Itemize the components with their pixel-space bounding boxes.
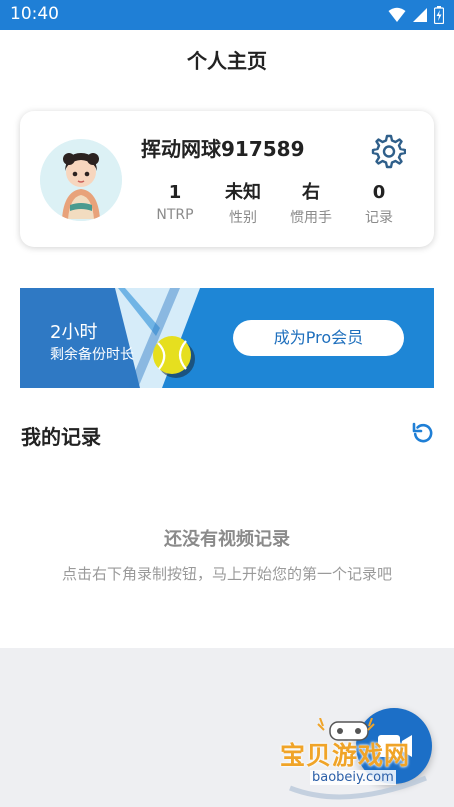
stat-value: 右 — [302, 182, 320, 203]
become-pro-button[interactable]: 成为Pro会员 — [233, 320, 404, 356]
status-bar: 10:40 — [0, 0, 454, 30]
stat-label: 记录 — [365, 210, 393, 226]
watermark-text: 宝贝游戏网 — [280, 741, 411, 770]
watermark-url: baobeiy.com — [310, 770, 396, 785]
avatar-illustration — [40, 139, 122, 221]
pro-banner[interactable]: 2小时 剩余备份时长 成为Pro会员 — [20, 288, 434, 388]
tennis-ball-icon — [153, 336, 195, 378]
stat-label: 性别 — [229, 210, 257, 226]
status-time: 10:40 — [10, 4, 59, 24]
wifi-icon — [388, 7, 406, 22]
empty-title: 还没有视频记录 — [164, 529, 290, 550]
stat-label: NTRP — [156, 207, 194, 223]
backup-hours: 2小时 — [50, 322, 98, 343]
stat-ntrp: 1 NTRP — [140, 181, 210, 223]
watermark: 宝贝游戏网 baobeiy.com — [276, 718, 444, 804]
gear-icon — [371, 134, 407, 169]
signal-icon — [413, 8, 427, 22]
stat-value: 1 — [168, 182, 182, 203]
refresh-icon — [412, 422, 433, 443]
settings-button[interactable] — [370, 133, 407, 169]
battery-icon — [434, 6, 444, 24]
stat-value: 未知 — [225, 182, 261, 203]
stat-label: 惯用手 — [290, 210, 332, 226]
records-title: 我的记录 — [21, 425, 101, 449]
stat-handedness: 右 惯用手 — [276, 181, 346, 227]
username: 挥动网球917589 — [141, 137, 305, 161]
backup-subtitle: 剩余备份时长 — [50, 347, 134, 363]
stat-gender: 未知 性别 — [208, 181, 278, 227]
page-title: 个人主页 — [187, 49, 267, 73]
stat-value: 0 — [372, 182, 386, 203]
refresh-button[interactable] — [411, 421, 435, 445]
status-icons — [388, 6, 444, 24]
empty-subtitle: 点击右下角录制按钮，马上开始您的第一个记录吧 — [61, 565, 392, 583]
stat-records: 0 记录 — [344, 181, 414, 227]
avatar[interactable] — [40, 139, 122, 221]
profile-card: 挥动网球917589 1 NTRP 未知 性别 右 惯用手 0 记录 — [20, 111, 434, 247]
